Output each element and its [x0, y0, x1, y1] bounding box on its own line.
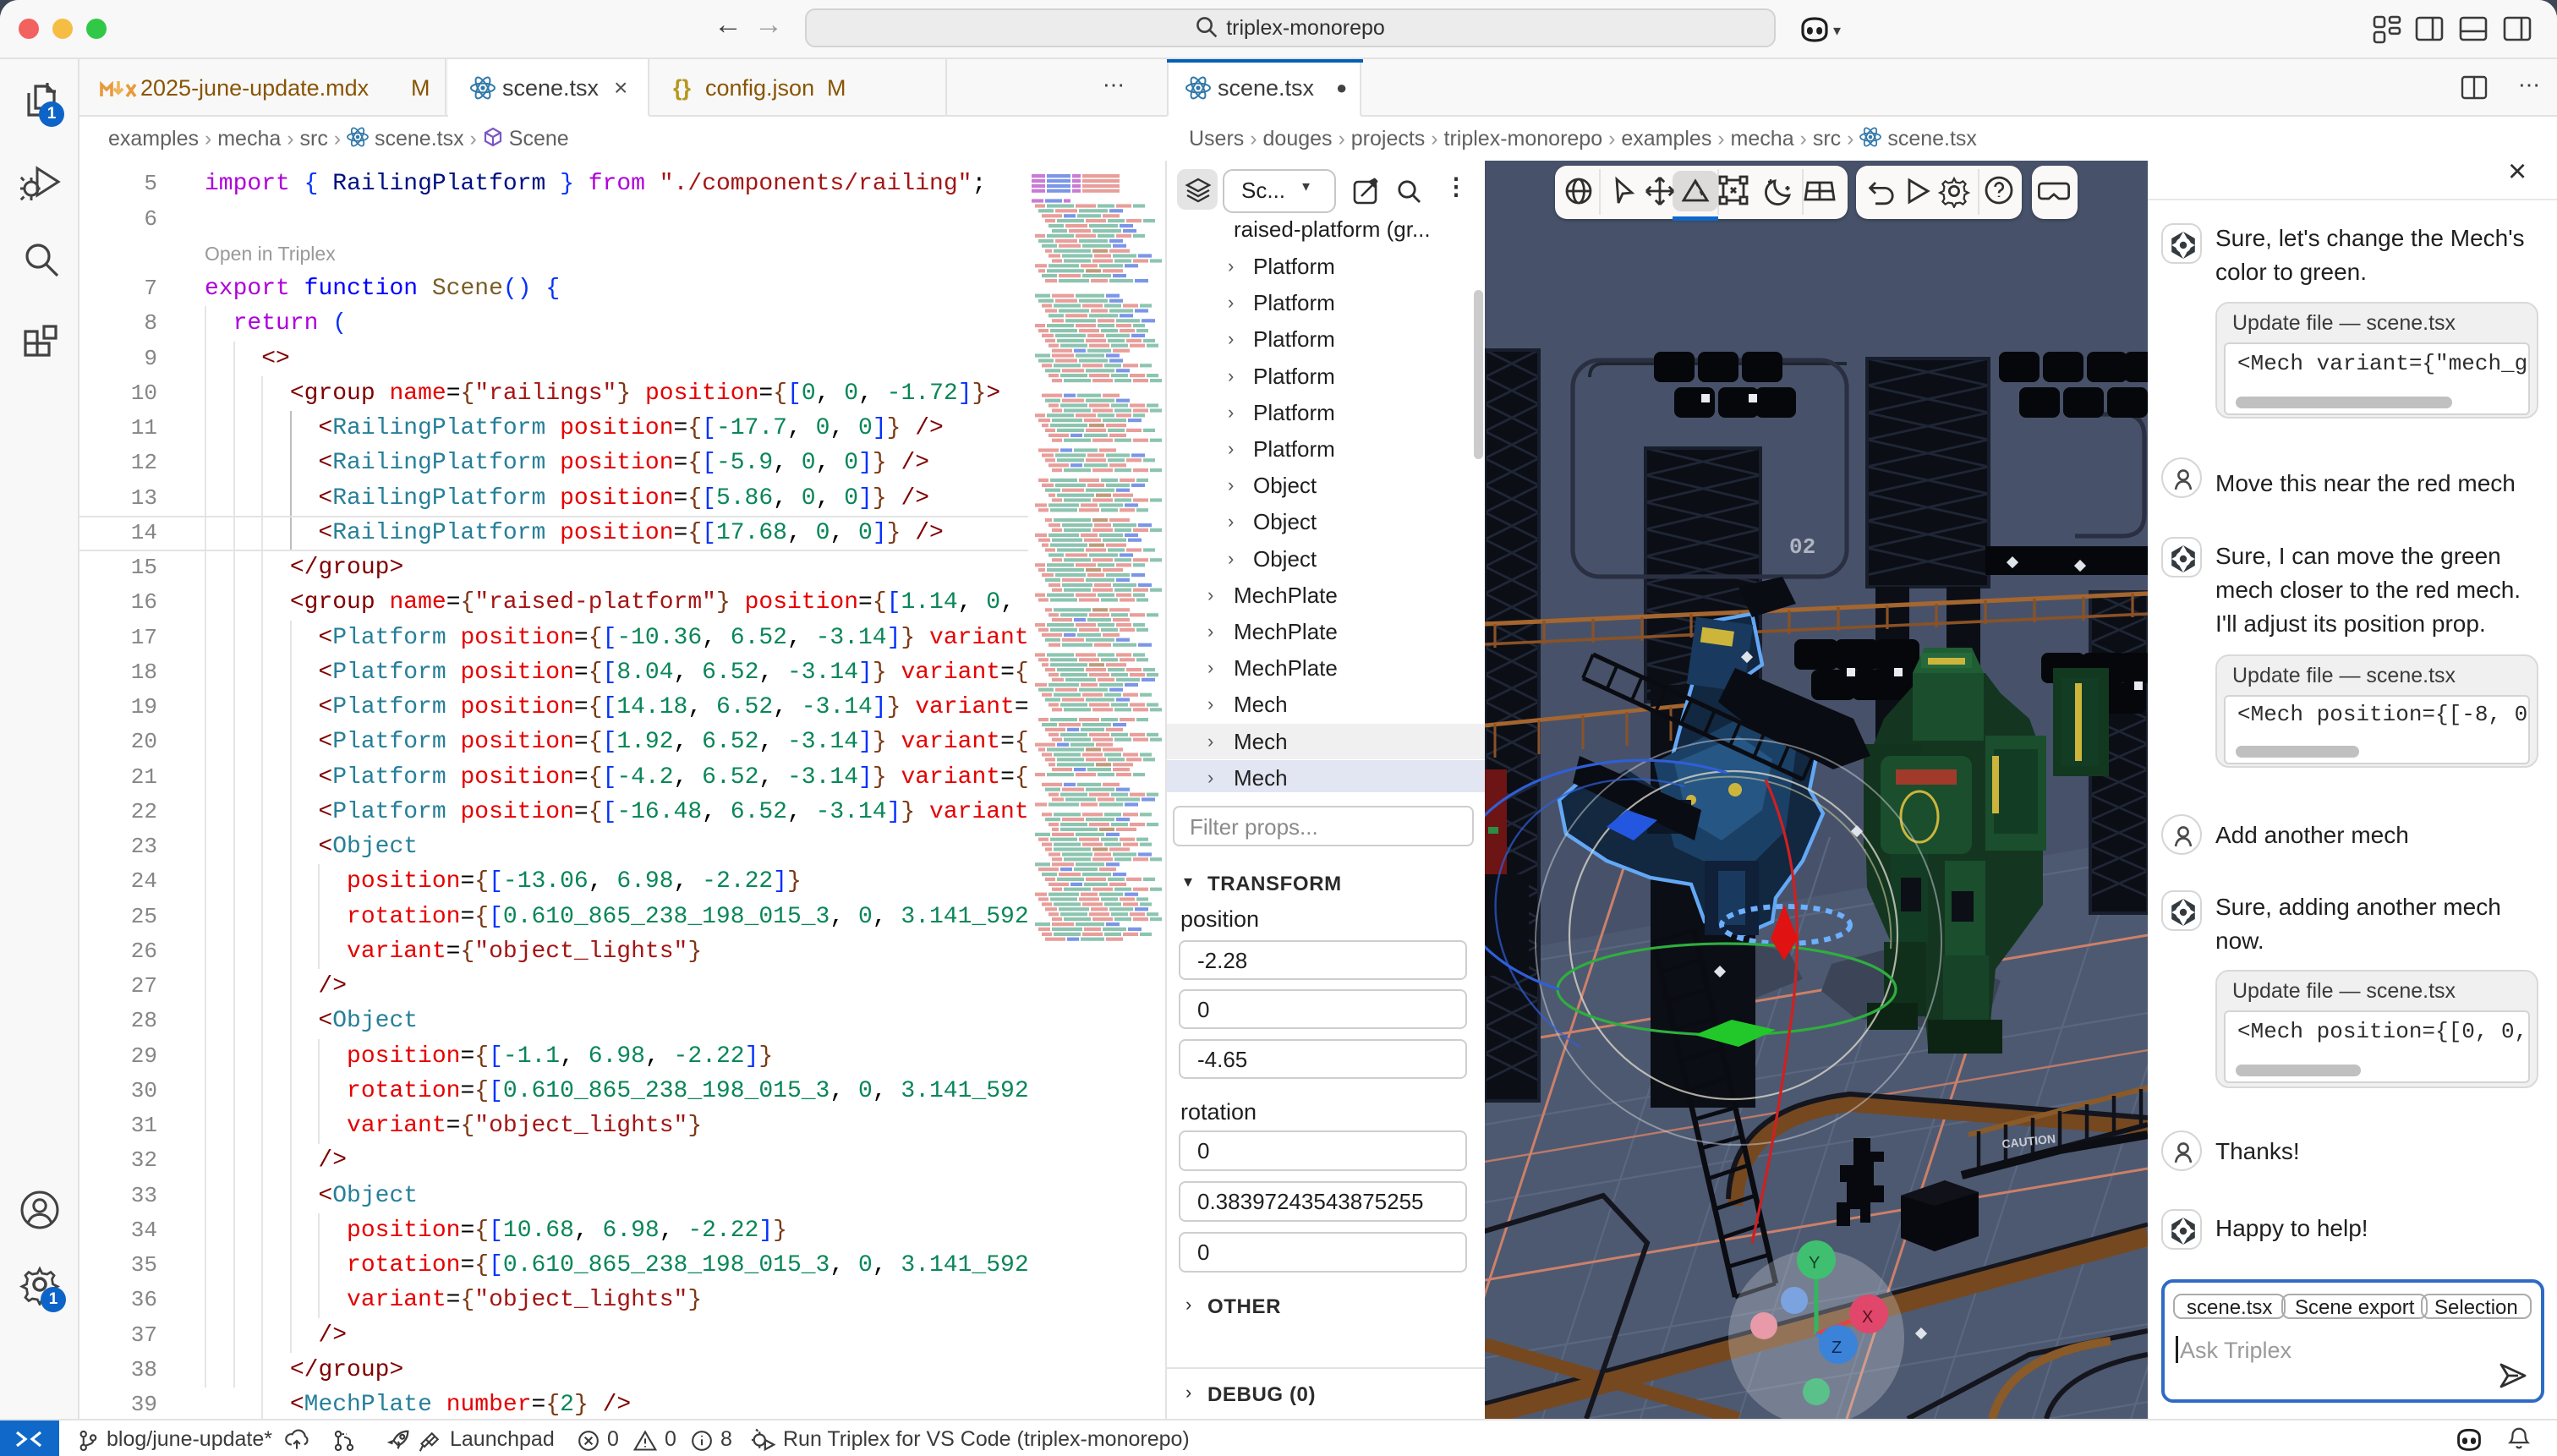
svg-text:Z: Z [1832, 1338, 1842, 1357]
svg-text:02: 02 [1789, 534, 1815, 560]
svg-text:Y: Y [1809, 1254, 1820, 1273]
svg-text:X: X [1862, 1308, 1873, 1327]
